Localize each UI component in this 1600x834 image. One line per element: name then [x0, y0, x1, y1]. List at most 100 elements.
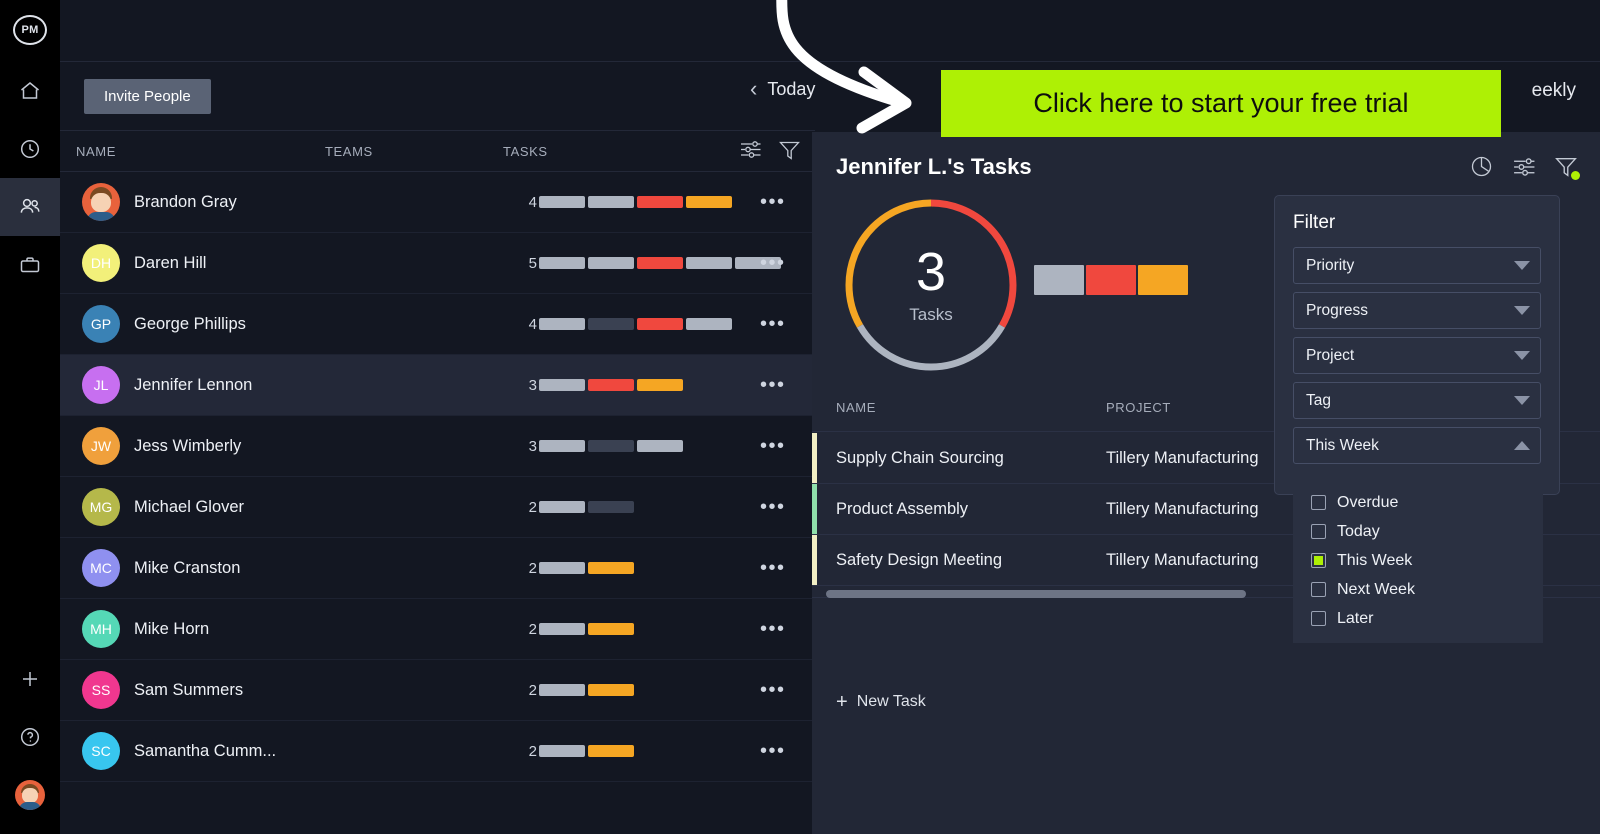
- filter-select-tag[interactable]: Tag: [1293, 382, 1541, 419]
- table-row[interactable]: SC Samantha Cumm... 2 •••: [60, 721, 815, 782]
- filter-option-overdue[interactable]: Overdue: [1301, 488, 1543, 517]
- table-row[interactable]: DH Daren Hill 5 •••: [60, 233, 815, 294]
- sliders-icon[interactable]: [739, 139, 762, 163]
- sidebar-item-home[interactable]: [0, 62, 60, 120]
- chevron-down-icon: [1514, 351, 1530, 360]
- task-status-segment: [539, 440, 585, 452]
- person-name: Jess Wimberly: [134, 436, 242, 455]
- people-table: Brandon Gray 4 ••• DH Daren Hill 5 ••• GP George…: [60, 172, 815, 782]
- funnel-filter-button[interactable]: [1554, 155, 1580, 183]
- task-status-segment: [588, 501, 634, 513]
- task-status-bar: [539, 440, 683, 452]
- task-accent-bar: [812, 484, 817, 534]
- row-menu-button[interactable]: •••: [760, 741, 786, 761]
- plus-icon: [19, 668, 41, 690]
- filter-select-project[interactable]: Project: [1293, 337, 1541, 374]
- row-menu-button[interactable]: •••: [760, 558, 786, 578]
- row-menu-button[interactable]: •••: [760, 680, 786, 700]
- person-name: Samantha Cumm...: [134, 741, 277, 760]
- row-menu-button[interactable]: •••: [760, 436, 786, 456]
- donut-value: 3: [915, 242, 947, 302]
- prev-chevron-icon[interactable]: ‹: [750, 78, 757, 100]
- filter-select-progress[interactable]: Progress: [1293, 292, 1541, 329]
- task-status-bar: [539, 379, 683, 391]
- pie-chart-icon[interactable]: [1469, 154, 1494, 184]
- row-menu-button[interactable]: •••: [760, 253, 786, 273]
- checkbox-icon[interactable]: [1311, 553, 1326, 568]
- date-nav: ‹ Today: [750, 78, 815, 100]
- checkbox-icon[interactable]: [1311, 524, 1326, 539]
- row-menu-button[interactable]: •••: [760, 375, 786, 395]
- column-header-tasks: TASKS: [503, 143, 548, 159]
- task-count: 3: [528, 376, 537, 394]
- app-logo[interactable]: PM: [0, 0, 60, 60]
- filter-select-this-week[interactable]: This Week: [1293, 427, 1541, 464]
- help-button[interactable]: [0, 708, 60, 766]
- checkbox-icon[interactable]: [1311, 611, 1326, 626]
- table-row[interactable]: Brandon Gray 4 •••: [60, 172, 815, 233]
- row-menu-button[interactable]: •••: [760, 192, 786, 212]
- weekly-range-label[interactable]: eekly: [1532, 80, 1576, 102]
- cta-label: Click here to start your free trial: [1033, 88, 1409, 118]
- table-row[interactable]: MH Mike Horn 2 •••: [60, 599, 815, 660]
- task-count: 2: [528, 559, 537, 577]
- person-name: Sam Summers: [134, 680, 244, 699]
- free-trial-cta-banner[interactable]: Click here to start your free trial: [941, 70, 1501, 137]
- task-status-segment: [588, 745, 634, 757]
- avatar: [82, 183, 120, 221]
- task-status-bar: [539, 257, 781, 269]
- task-status-segment: [539, 501, 585, 513]
- account-avatar[interactable]: [0, 766, 60, 824]
- task-status-bar: [539, 684, 634, 696]
- table-row[interactable]: MG Michael Glover 2 •••: [60, 477, 815, 538]
- row-menu-button[interactable]: •••: [760, 497, 786, 517]
- sliders-icon[interactable]: [1512, 156, 1536, 183]
- funnel-icon[interactable]: [778, 139, 801, 164]
- table-row[interactable]: SS Sam Summers 2 •••: [60, 660, 815, 721]
- sidebar-item-team[interactable]: [0, 178, 60, 236]
- plus-icon: +: [836, 691, 848, 713]
- table-row[interactable]: JL Jennifer Lennon 3 •••: [60, 355, 815, 416]
- tasks-donut-chart: 3 Tasks: [840, 194, 1022, 376]
- donut-center-label: 3 Tasks: [840, 194, 1022, 376]
- task-status-segment: [539, 684, 585, 696]
- filter-select-priority[interactable]: Priority: [1293, 247, 1541, 284]
- people-icon: [17, 194, 43, 220]
- filter-option-next-week[interactable]: Next Week: [1301, 575, 1543, 604]
- filter-option-this-week[interactable]: This Week: [1301, 546, 1543, 575]
- legend-swatch: [1034, 265, 1084, 295]
- task-status-segment: [686, 318, 732, 330]
- avatar: JW: [82, 427, 120, 465]
- checkbox-icon[interactable]: [1311, 582, 1326, 597]
- today-label[interactable]: Today: [767, 79, 815, 100]
- table-row[interactable]: JW Jess Wimberly 3 •••: [60, 416, 815, 477]
- filter-active-badge: [1571, 171, 1580, 180]
- sidebar-item-timesheets[interactable]: [0, 120, 60, 178]
- chevron-up-icon: [1514, 441, 1530, 450]
- filter-option-today[interactable]: Today: [1301, 517, 1543, 546]
- task-status-bar: [539, 196, 732, 208]
- filter-option-later[interactable]: Later: [1301, 604, 1543, 633]
- left-nav-rail: PM: [0, 0, 60, 834]
- task-count: 3: [528, 437, 537, 455]
- row-menu-button[interactable]: •••: [760, 314, 786, 334]
- new-task-button[interactable]: + New Task: [836, 692, 926, 712]
- task-status-segment: [588, 379, 634, 391]
- invite-people-button[interactable]: Invite People: [84, 78, 211, 114]
- task-status-segment: [588, 684, 634, 696]
- sidebar-item-projects[interactable]: [0, 236, 60, 294]
- task-status-segment: [686, 196, 732, 208]
- table-row[interactable]: MC Mike Cranston 2 •••: [60, 538, 815, 599]
- row-menu-button[interactable]: •••: [760, 619, 786, 639]
- detail-column-header-name: NAME: [836, 400, 876, 415]
- user-avatar: [15, 780, 45, 810]
- task-status-segment: [539, 623, 585, 635]
- home-icon: [18, 79, 42, 103]
- table-row[interactable]: GP George Phillips 4 •••: [60, 294, 815, 355]
- avatar: SS: [82, 671, 120, 709]
- legend-swatch: [1138, 265, 1188, 295]
- task-status-segment: [539, 562, 585, 574]
- horizontal-scrollbar[interactable]: [826, 590, 1246, 598]
- add-button[interactable]: [0, 650, 60, 708]
- checkbox-icon[interactable]: [1311, 495, 1326, 510]
